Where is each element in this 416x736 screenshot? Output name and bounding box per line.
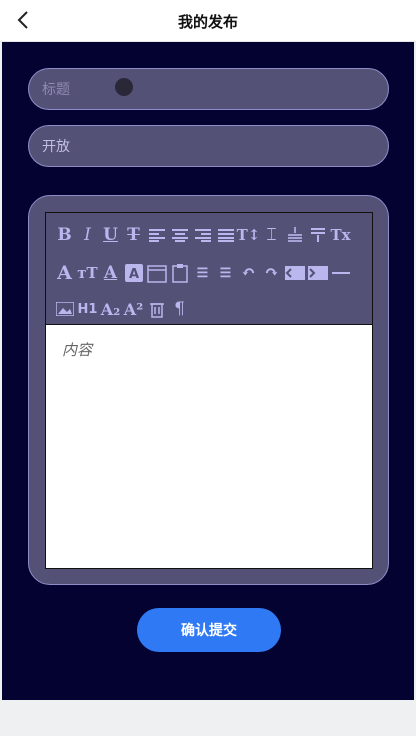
undo-icon[interactable]: ↶ xyxy=(238,261,259,285)
strikethrough-icon[interactable]: T xyxy=(123,223,144,247)
outdent-icon[interactable] xyxy=(284,261,305,285)
visibility-select[interactable]: 开放 xyxy=(28,125,389,167)
touch-cursor xyxy=(115,78,133,96)
svg-text:A: A xyxy=(129,267,139,282)
title-input[interactable]: 标题 xyxy=(28,68,389,110)
page-title: 我的发布 xyxy=(177,13,238,31)
editor-toolbar: B I U T T↕ ⌶ Tx A тT A A ☰ ☰ ↶ ↷ H1 A₂ A… xyxy=(45,212,373,324)
clipboard-icon[interactable] xyxy=(169,261,190,285)
rich-text-editor: B I U T T↕ ⌶ Tx A тT A A ☰ ☰ ↶ ↷ H1 A₂ A… xyxy=(28,195,389,585)
paragraph-spacing-icon[interactable] xyxy=(284,223,305,247)
toolbar-row-3: H1 A₂ A² ¶ xyxy=(54,297,192,321)
align-right-icon[interactable] xyxy=(192,223,213,247)
image-icon[interactable] xyxy=(54,297,75,321)
indent-down-icon[interactable] xyxy=(307,223,328,247)
redo-icon[interactable]: ↷ xyxy=(261,261,282,285)
content-placeholder: 内容 xyxy=(62,341,93,359)
title-placeholder: 标题 xyxy=(42,82,70,98)
submit-button[interactable]: 确认提交 xyxy=(137,608,281,652)
font-size-icon[interactable]: тT xyxy=(77,261,98,285)
font-color-icon[interactable]: A xyxy=(100,261,121,285)
text-height-icon[interactable]: ⌶ xyxy=(261,223,282,247)
justify-icon[interactable] xyxy=(215,223,236,247)
top-bar: 我的发布 xyxy=(0,0,416,42)
main-panel: 标题 开放 B I U T T↕ ⌶ Tx A тT A A ☰ ☰ ↶ ↷ H… xyxy=(2,42,414,700)
indent-icon[interactable] xyxy=(307,261,328,285)
delete-icon[interactable] xyxy=(146,297,167,321)
visibility-value: 开放 xyxy=(42,139,70,155)
content-textarea[interactable]: 内容 xyxy=(45,324,373,569)
bold-icon[interactable]: B xyxy=(54,223,75,247)
ordered-list-icon[interactable]: ☰ xyxy=(192,261,213,285)
superscript-icon[interactable]: A² xyxy=(123,297,144,321)
toolbar-row-2: A тT A A ☰ ☰ ↶ ↷ xyxy=(54,261,353,285)
background-color-icon[interactable]: A xyxy=(123,261,144,285)
line-height-icon[interactable]: T↕ xyxy=(237,223,261,247)
font-family-icon[interactable]: A xyxy=(54,261,75,285)
toolbar-row-1: B I U T T↕ ⌶ Tx xyxy=(54,223,353,247)
clear-format-icon[interactable]: Tx xyxy=(330,223,351,247)
underline-icon[interactable]: U xyxy=(100,223,121,247)
heading-icon[interactable]: H1 xyxy=(77,297,98,321)
horizontal-rule-icon[interactable] xyxy=(330,261,351,285)
align-left-icon[interactable] xyxy=(146,223,167,247)
align-center-icon[interactable] xyxy=(169,223,190,247)
italic-icon[interactable]: I xyxy=(77,223,98,247)
paragraph-mark-icon[interactable]: ¶ xyxy=(169,297,190,321)
subscript-icon[interactable]: A₂ xyxy=(100,297,121,321)
unordered-list-icon[interactable]: ☰ xyxy=(215,261,236,285)
insert-date-icon[interactable] xyxy=(146,261,167,285)
